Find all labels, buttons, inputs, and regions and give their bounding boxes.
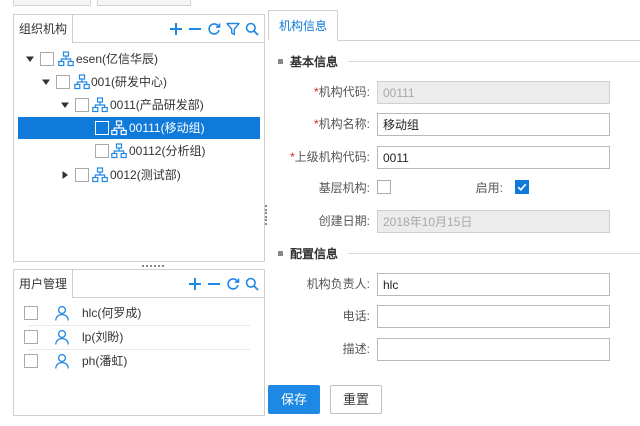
tree-node-001[interactable]: 001(研发中心)	[14, 71, 264, 93]
refresh-org-icon[interactable]	[206, 20, 222, 38]
org-structure-icon	[92, 167, 108, 183]
section-title: 基本信息	[290, 54, 339, 69]
org-name-label: *机构名称:	[270, 113, 370, 135]
tree-node-esen[interactable]: esen(亿信华辰)	[14, 48, 264, 70]
tree-node-label: 0012(测试部)	[110, 168, 181, 182]
expanded-arrow-icon[interactable]	[60, 94, 70, 116]
created-date-input[interactable]	[377, 210, 610, 233]
user-list-item[interactable]: hlc(何罗成)	[24, 302, 254, 324]
description-input[interactable]	[377, 338, 610, 361]
parent-code-input[interactable]	[377, 146, 610, 169]
created-date-label: 创建日期:	[318, 214, 370, 228]
tree-node-label: 00112(分析组)	[129, 144, 206, 158]
label-text: 机构代码:	[318, 85, 370, 99]
tab-org-info[interactable]: 机构信息	[268, 10, 339, 41]
section-title: 配置信息	[290, 246, 339, 261]
user-panel-title: 用户管理	[14, 270, 74, 298]
phone-label: 电话:	[342, 309, 370, 323]
horizontal-splitter-handle[interactable]	[142, 264, 164, 268]
basic-info-section: 基本信息	[278, 54, 640, 69]
tree-node-label: 00111(移动组)	[129, 121, 205, 135]
tree-checkbox[interactable]	[40, 52, 54, 66]
is-base-label: 基层机构:	[318, 181, 370, 195]
user-icon	[55, 305, 69, 321]
tree-node-label: 001(研发中心)	[91, 75, 168, 89]
description-label: 描述:	[342, 342, 370, 356]
user-icon	[55, 329, 69, 345]
section-marker-icon	[278, 58, 283, 64]
manager-input[interactable]	[377, 273, 610, 296]
search-user-icon[interactable]	[244, 275, 260, 293]
expanded-arrow-icon[interactable]	[25, 48, 35, 70]
org-code-label: *机构代码:	[270, 81, 370, 103]
org-structure-icon	[111, 120, 127, 136]
org-toolbar	[168, 19, 260, 39]
user-icon	[55, 353, 69, 369]
checkmark-icon	[517, 183, 527, 191]
tree-checkbox[interactable]	[56, 75, 70, 89]
tree-checkbox[interactable]	[75, 168, 89, 182]
org-structure-icon	[92, 97, 108, 113]
org-structure-icon	[58, 51, 74, 67]
collapsed-arrow-icon[interactable]	[60, 164, 70, 186]
search-org-icon[interactable]	[244, 20, 260, 38]
config-info-section: 配置信息	[278, 246, 640, 261]
org-code-input[interactable]	[377, 81, 610, 104]
remove-org-minus-icon[interactable]	[187, 20, 203, 38]
tree-node-label: esen(亿信华辰)	[76, 52, 159, 66]
org-panel-header: 组织机构	[14, 15, 264, 43]
top-tab-stub-2	[97, 0, 191, 6]
tree-checkbox[interactable]	[95, 144, 109, 158]
tree-checkbox[interactable]	[75, 98, 89, 112]
user-toolbar	[187, 274, 260, 294]
label-text: 上级机构代码:	[294, 150, 370, 164]
enabled-label: 启用:	[475, 181, 503, 195]
user-label: hlc(何罗成)	[82, 306, 142, 320]
enabled-checkbox[interactable]	[515, 180, 529, 194]
manager-label: 机构负责人:	[306, 277, 370, 291]
add-org-plus-icon[interactable]	[168, 20, 184, 38]
refresh-user-icon[interactable]	[225, 275, 241, 293]
tree-node-label: 0011(产品研发部)	[110, 98, 204, 112]
section-marker-icon	[278, 250, 283, 256]
user-checkbox[interactable]	[24, 330, 38, 344]
tree-checkbox[interactable]	[95, 121, 109, 135]
expanded-arrow-icon[interactable]	[41, 71, 51, 93]
user-panel: 用户管理 hlc(何罗成) lp(刘盼) ph(潘虹)	[13, 269, 265, 416]
user-list-item[interactable]: lp(刘盼)	[24, 326, 254, 348]
user-checkbox[interactable]	[24, 306, 38, 320]
org-structure-icon	[111, 143, 127, 159]
user-checkbox[interactable]	[24, 354, 38, 368]
label-text: 机构名称:	[318, 117, 370, 131]
user-list-item[interactable]: ph(潘虹)	[24, 350, 254, 372]
tree-node-0011[interactable]: 0011(产品研发部)	[14, 94, 264, 116]
top-tab-stub-1	[13, 0, 91, 6]
user-panel-header: 用户管理	[14, 270, 264, 298]
org-structure-icon	[74, 74, 90, 90]
parent-code-label: *上级机构代码:	[270, 146, 370, 168]
tree-node-00112[interactable]: 00112(分析组)	[14, 140, 264, 162]
reset-button[interactable]: 重置	[330, 385, 382, 414]
add-user-plus-icon[interactable]	[187, 275, 203, 293]
is-base-checkbox[interactable]	[377, 180, 391, 194]
user-label: lp(刘盼)	[82, 330, 124, 344]
phone-input[interactable]	[377, 305, 610, 328]
tree-node-0012[interactable]: 0012(测试部)	[14, 164, 264, 186]
org-name-input[interactable]	[377, 113, 610, 136]
tree-node-00111-selected[interactable]: 00111(移动组)	[18, 117, 260, 139]
section-divider	[348, 60, 640, 62]
user-label: ph(潘虹)	[82, 354, 128, 368]
filter-icon[interactable]	[225, 20, 241, 38]
org-panel-title: 组织机构	[14, 15, 74, 43]
section-divider	[348, 252, 640, 254]
remove-user-minus-icon[interactable]	[206, 275, 222, 293]
save-button[interactable]: 保存	[268, 385, 320, 414]
org-tree-panel: 组织机构 esen(亿信华辰) 001(研发中心) 0011(产品研发部) 00…	[13, 14, 265, 262]
vertical-splitter-handle[interactable]	[264, 205, 267, 225]
